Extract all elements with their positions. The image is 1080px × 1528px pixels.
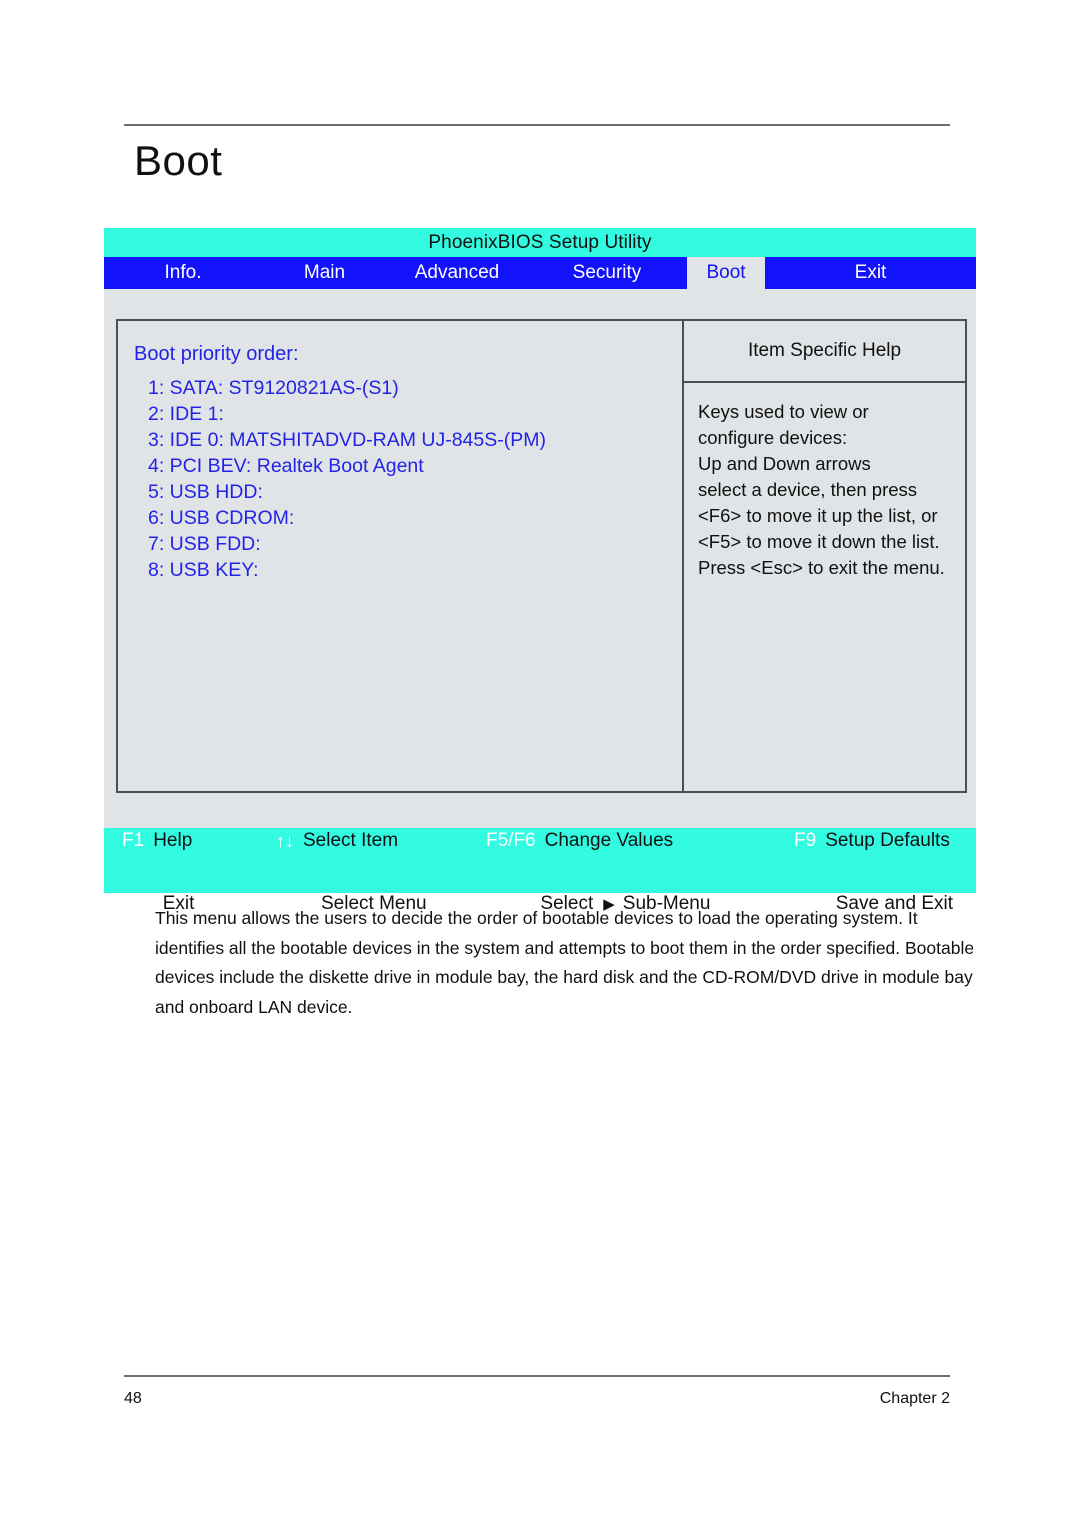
boot-item-4[interactable]: 4: PCI BEV: Realtek Boot Agent [134, 453, 682, 479]
key-f1-help[interactable]: F1 Help [122, 830, 192, 852]
tab-exit[interactable]: Exit [765, 257, 976, 289]
key-label-esc: Esc [122, 893, 154, 914]
key-f9-setup-defaults[interactable]: F9 Setup Defaults [794, 830, 950, 852]
help-line-3: Up and Down arrows [698, 453, 871, 474]
bios-tab-bar[interactable]: Info. Main Advanced Security Boot Exit [104, 257, 976, 289]
help-line-1: Keys used to view or [698, 401, 869, 422]
boot-priority-heading: Boot priority order: [134, 343, 299, 365]
page-title: Boot [134, 137, 223, 184]
function-key-row-1: F1 Help ↑↓ Select Item F5/F6 Change Valu… [104, 828, 976, 860]
bios-utility-title: PhoenixBIOS Setup Utility [428, 231, 652, 253]
bios-setup-screenshot: PhoenixBIOS Setup Utility Info. Main Adv… [104, 228, 976, 914]
page-bottom-rule [124, 1375, 950, 1377]
boot-item-2[interactable]: 2: IDE 1: [134, 401, 682, 427]
key-desc-select-item: Select Item [303, 830, 399, 851]
tab-main[interactable]: Main [262, 257, 387, 289]
help-line-2: configure devices: [698, 427, 848, 448]
key-label-f9: F9 [794, 830, 817, 851]
item-specific-help-body: Keys used to view or configure devices: … [684, 383, 965, 581]
bios-title-bar: PhoenixBIOS Setup Utility [104, 228, 976, 257]
key-desc-change-values: Change Values [544, 830, 674, 851]
help-line-7: Press <Esc> to exit the menu. [698, 557, 945, 578]
tab-boot[interactable]: Boot [687, 257, 765, 289]
key-updown-select-item[interactable]: ↑↓ Select Item [276, 830, 398, 852]
boot-item-1[interactable]: 1: SATA: ST9120821AS-(S1) [134, 375, 682, 401]
key-label-f1: F1 [122, 830, 145, 851]
bios-body: Boot priority order: 1: SATA: ST9120821A… [104, 289, 976, 914]
boot-item-7[interactable]: 7: USB FDD: [134, 531, 682, 557]
key-desc-help: Help [153, 830, 193, 851]
tab-security[interactable]: Security [527, 257, 687, 289]
help-line-4: select a device, then press [698, 479, 918, 500]
key-desc-setup-defaults: Setup Defaults [825, 830, 950, 851]
boot-item-3[interactable]: 3: IDE 0: MATSHITADVD-RAM UJ-845S-(PM) [134, 427, 682, 453]
key-f5f6-change-values[interactable]: F5/F6 Change Values [486, 830, 673, 852]
boot-item-6[interactable]: 6: USB CDROM: [134, 505, 682, 531]
tab-advanced[interactable]: Advanced [387, 257, 527, 289]
boot-priority-panel: Boot priority order: 1: SATA: ST9120821A… [118, 321, 684, 791]
footer-page-number: 48 [124, 1390, 142, 1407]
boot-item-8[interactable]: 8: USB KEY: [134, 557, 682, 583]
boot-item-5[interactable]: 5: USB HDD: [134, 479, 682, 505]
body-paragraph: This menu allows the users to decide the… [155, 908, 975, 1017]
page-top-rule [124, 124, 950, 126]
tab-info[interactable]: Info. [104, 257, 262, 289]
bios-content-frame: Boot priority order: 1: SATA: ST9120821A… [116, 319, 967, 793]
help-line-6: <F5> to move it down the list. [698, 531, 940, 552]
footer-chapter: Chapter 2 [879, 1390, 950, 1407]
item-specific-help-panel: Item Specific Help Keys used to view or … [684, 321, 965, 791]
up-down-arrow-icon: ↑↓ [276, 830, 294, 851]
function-key-bar: F1 Help ↑↓ Select Item F5/F6 Change Valu… [104, 828, 976, 914]
help-line-5: <F6> to move it up the list, or [698, 505, 938, 526]
item-specific-help-title: Item Specific Help [684, 321, 965, 383]
function-key-row-2: Esc Exit ←→ Select Menu Enter Select ▶ S… [104, 860, 976, 914]
key-label-f5f6: F5/F6 [486, 830, 536, 851]
